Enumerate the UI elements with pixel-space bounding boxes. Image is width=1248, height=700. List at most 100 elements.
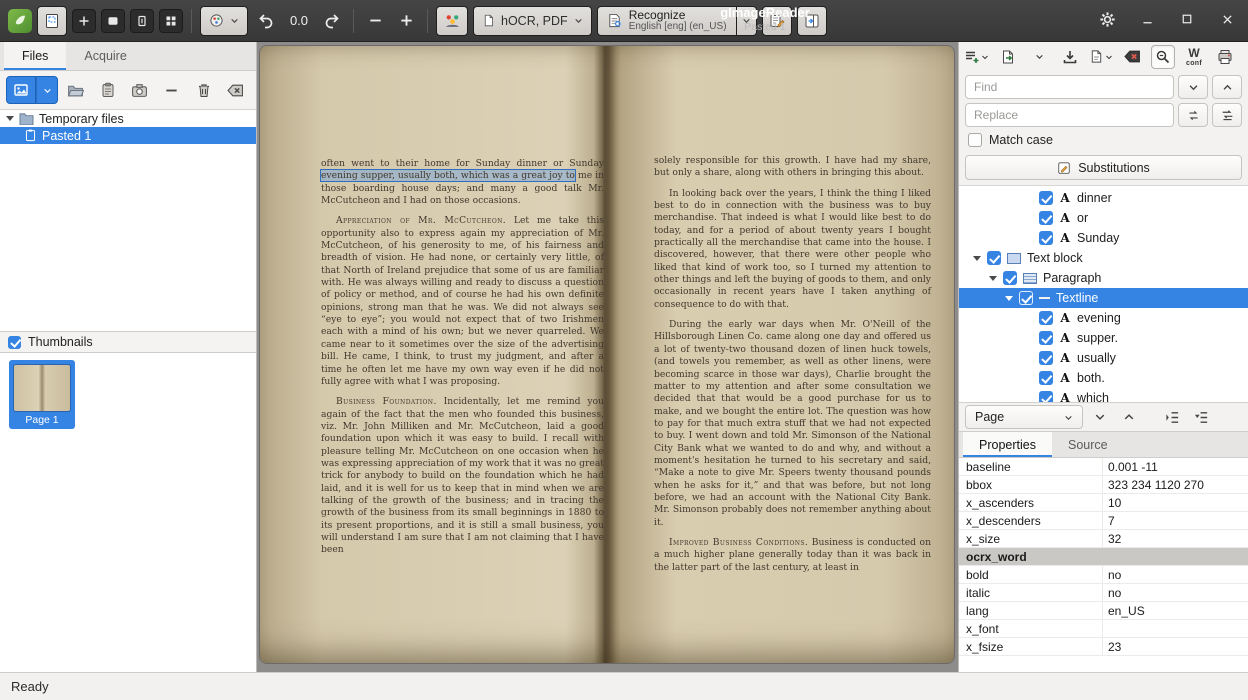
ocr-language-button[interactable] [436,6,468,36]
insert-mode-button[interactable] [964,45,989,69]
paragraph-checkbox[interactable] [1003,271,1017,285]
word-checkbox[interactable] [1039,211,1053,225]
block-checkbox[interactable] [987,251,1001,265]
word-checkbox[interactable] [1039,331,1053,345]
clear-button[interactable] [221,76,250,104]
current-page-button[interactable] [130,9,154,33]
word-checkbox[interactable] [1039,351,1053,365]
open-folder-button[interactable] [61,76,90,104]
collapse-all-button[interactable] [1189,405,1213,429]
zoom-out-button[interactable] [362,6,388,36]
textline-checkbox[interactable] [1019,291,1033,305]
property-row[interactable]: baseline 0.001 -11 [959,458,1248,476]
word-checkbox[interactable] [1039,231,1053,245]
single-page-button[interactable] [101,9,125,33]
navigate-next-button[interactable] [1088,405,1112,429]
property-value[interactable]: 10 [1102,494,1248,511]
multi-page-layout-button[interactable] [159,9,183,33]
replace-button[interactable] [1178,103,1208,127]
word-checkbox[interactable] [1039,311,1053,325]
tab-source[interactable]: Source [1052,432,1124,457]
tree-item-word[interactable]: A both. [959,368,1248,388]
thumbnail-page-1[interactable]: Page 1 [9,360,75,429]
tree-item-textline-selected[interactable]: Textline [959,288,1248,308]
document-canvas[interactable]: often went to their home for Sunday dinn… [257,42,958,672]
tree-root-temporary-files[interactable]: Temporary files [0,110,256,127]
expander-icon[interactable] [989,276,997,281]
expand-all-button[interactable] [1160,405,1184,429]
image-controls-button[interactable] [200,6,248,36]
open-output-button[interactable] [1089,45,1113,69]
match-case-checkbox[interactable] [968,133,982,147]
property-value[interactable]: en_US [1102,602,1248,619]
tab-properties[interactable]: Properties [963,432,1052,457]
output-mode-combo[interactable]: hOCR, PDF [473,6,592,36]
find-previous-button[interactable] [1212,75,1242,99]
word-checkbox[interactable] [1039,371,1053,385]
tree-item-word[interactable]: A Sunday [959,228,1248,248]
navigate-previous-button[interactable] [1117,405,1141,429]
ocr-selection-highlight[interactable]: evening supper, usually both, which was … [321,170,575,181]
expander-icon[interactable] [6,116,14,121]
scanned-book-image[interactable]: often went to their home for Sunday dinn… [260,46,954,663]
property-row[interactable]: x_fsize 23 [959,638,1248,656]
export-pdf-button[interactable] [1213,45,1237,69]
export-button[interactable] [996,45,1020,69]
add-images-button[interactable] [6,76,36,104]
close-button[interactable] [1214,6,1240,32]
rotation-angle-spinbox[interactable]: 0.0 [284,13,314,28]
property-row[interactable]: bold no [959,566,1248,584]
minimize-button[interactable] [1134,6,1160,32]
add-images-dropdown-button[interactable] [36,76,58,104]
substitutions-button[interactable]: Substitutions [965,155,1242,180]
app-menu-button[interactable] [1094,6,1120,32]
remove-page-button[interactable] [157,76,186,104]
recognize-button[interactable]: Recognize English [eng] (en_US) [597,6,737,36]
property-value[interactable]: 23 [1102,638,1248,655]
word-checkbox[interactable] [1039,191,1053,205]
property-value[interactable]: 323 234 1120 270 [1102,476,1248,493]
property-value[interactable]: no [1102,584,1248,601]
page-level-combo[interactable]: Page [965,405,1083,429]
clear-output-button[interactable] [1120,45,1144,69]
replace-all-button[interactable] [1212,103,1242,127]
save-output-button[interactable] [1058,45,1082,69]
tree-item-paragraph[interactable]: Paragraph [959,268,1248,288]
property-row[interactable]: lang en_US [959,602,1248,620]
find-replace-toggle[interactable] [1151,45,1175,69]
paste-button[interactable] [93,76,122,104]
tab-files[interactable]: Files [4,42,66,70]
find-input[interactable] [965,75,1174,99]
rotate-right-button[interactable] [319,6,345,36]
property-row[interactable]: x_descenders 7 [959,512,1248,530]
property-value[interactable]: 32 [1102,530,1248,547]
property-row[interactable]: bbox 323 234 1120 270 [959,476,1248,494]
property-row[interactable]: x_font [959,620,1248,638]
property-value[interactable]: 0.001 -11 [1102,458,1248,475]
expander-icon[interactable] [1005,296,1013,301]
word-checkbox[interactable] [1039,391,1053,402]
property-value[interactable] [1102,620,1248,637]
add-page-button[interactable] [72,9,96,33]
property-value[interactable]: 7 [1102,512,1248,529]
zoom-in-button[interactable] [393,6,419,36]
recognize-dropdown-button[interactable] [737,6,757,36]
edit-text-button[interactable] [762,6,792,36]
tree-item-pasted-1[interactable]: Pasted 1 [0,127,256,144]
tree-item-word[interactable]: A supper. [959,328,1248,348]
property-row[interactable]: italic no [959,584,1248,602]
output-pane-toggle[interactable] [797,6,827,36]
word-confidence-toggle[interactable]: W conf [1182,45,1206,69]
tree-item-word[interactable]: A evening [959,308,1248,328]
tree-item-word[interactable]: A or [959,208,1248,228]
property-value[interactable]: no [1102,566,1248,583]
selection-tool-button[interactable] [37,6,67,36]
export-options-button[interactable] [1027,45,1051,69]
tree-item-text-block[interactable]: Text block [959,248,1248,268]
tab-acquire[interactable]: Acquire [66,42,144,70]
property-row[interactable]: x_ascenders 10 [959,494,1248,512]
tree-item-word[interactable]: A dinner [959,188,1248,208]
tree-item-word[interactable]: A usually [959,348,1248,368]
property-row[interactable]: x_size 32 [959,530,1248,548]
tree-item-word[interactable]: A which [959,388,1248,402]
